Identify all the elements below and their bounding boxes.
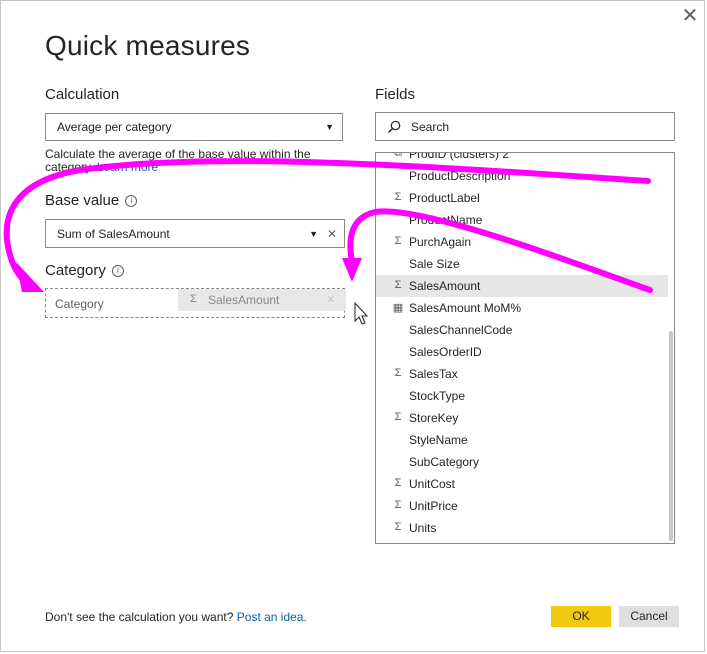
info-icon[interactable]: i: [111, 265, 124, 278]
calculation-selected-value: Average per category: [57, 120, 172, 134]
field-item[interactable]: Σ SalesAmount: [376, 275, 668, 297]
field-item-label: ProductDescription: [409, 169, 511, 183]
field-item[interactable]: ▦ SalesAmount MoM%: [376, 297, 666, 319]
learn-more-link[interactable]: Learn more: [97, 160, 158, 174]
field-item[interactable]: Σ Units: [376, 517, 666, 539]
field-item-label: Units: [409, 521, 437, 535]
fields-search-input[interactable]: Search: [375, 112, 675, 141]
chevron-down-icon[interactable]: ▼: [309, 229, 318, 239]
sigma-icon: Σ: [394, 367, 402, 379]
field-item[interactable]: Σ ProductLabel: [376, 187, 666, 209]
field-item[interactable]: StockType: [376, 385, 666, 407]
calculator-icon: ▦: [392, 302, 404, 314]
drag-ghost-field: Σ SalesAmount ✕: [178, 289, 346, 311]
search-placeholder: Search: [411, 120, 450, 134]
cancel-button[interactable]: Cancel: [619, 606, 679, 627]
field-item[interactable]: Σ PurchAgain: [376, 231, 666, 253]
remove-icon[interactable]: ✕: [327, 227, 337, 241]
post-an-idea-link[interactable]: Post an idea.: [237, 610, 307, 624]
field-item-label: PurchAgain: [409, 235, 472, 249]
calculation-description: Calculate the average of the base value …: [45, 148, 345, 174]
field-item[interactable]: SubCategory: [376, 451, 666, 473]
field-item-label: SalesChannelCode: [409, 323, 513, 337]
close-icon[interactable]: ✕: [680, 6, 700, 26]
field-item-label: StoreKey: [409, 411, 459, 425]
cluster-icon: ⧉: [394, 152, 402, 159]
sigma-icon: Σ: [394, 411, 402, 423]
chevron-down-icon: ▼: [325, 122, 334, 132]
field-item-label: SalesAmount: [409, 279, 481, 293]
base-value-label: Base value i: [45, 192, 138, 209]
sigma-icon: Σ: [394, 191, 402, 203]
field-item[interactable]: SalesOrderID: [376, 341, 666, 363]
field-item-label: ProdID (clusters) 2: [409, 152, 510, 161]
base-value-field: Sum of SalesAmount: [57, 226, 170, 241]
field-item-label: StockType: [409, 389, 466, 403]
fields-label: Fields: [375, 86, 416, 103]
sigma-icon: Σ: [394, 477, 402, 489]
field-item[interactable]: Σ SalesTax: [376, 363, 666, 385]
calculation-label: Calculation: [45, 86, 120, 103]
base-value-label-text: Base value: [45, 192, 120, 209]
field-item[interactable]: Σ UnitPrice: [376, 495, 666, 517]
field-item-label: UnitCost: [409, 477, 456, 491]
sigma-icon: Σ: [394, 279, 402, 291]
field-item-label: StyleName: [409, 433, 468, 447]
base-value-well[interactable]: Sum of SalesAmount ▼ ✕: [45, 219, 345, 248]
field-item[interactable]: Σ StoreKey: [376, 407, 666, 429]
fields-scrollbar[interactable]: [669, 331, 673, 541]
search-icon: [388, 120, 401, 133]
field-item[interactable]: StyleName: [376, 429, 666, 451]
sigma-icon: Σ: [190, 293, 197, 305]
field-item-label: UnitPrice: [409, 499, 458, 513]
field-item-label: ProductLabel: [409, 191, 480, 205]
field-item[interactable]: ProductName: [376, 209, 666, 231]
calculation-dropdown[interactable]: Average per category ▼: [45, 113, 343, 141]
sigma-icon: Σ: [394, 235, 402, 247]
sigma-icon: Σ: [394, 499, 402, 511]
field-item-label: SubCategory: [409, 455, 480, 469]
footer-prompt-text: Don't see the calculation you want?: [45, 610, 234, 624]
field-item[interactable]: Σ UnitCost: [376, 473, 666, 495]
field-item-label: ProductName: [409, 213, 483, 227]
field-item[interactable]: SalesChannelCode: [376, 319, 666, 341]
category-placeholder: Category: [55, 297, 104, 311]
field-item-label: Sale Size: [409, 257, 460, 271]
info-icon[interactable]: i: [125, 195, 138, 208]
dialog-title: Quick measures: [45, 30, 251, 61]
ok-button[interactable]: OK: [551, 606, 611, 627]
fields-list[interactable]: ⧉ ProdID (clusters) 2 ProductDescription Σ P…: [375, 152, 675, 544]
description-text: Calculate the average of the base value …: [45, 147, 311, 174]
close-icon: ✕: [326, 294, 336, 306]
category-label-text: Category: [45, 262, 106, 279]
sigma-icon: Σ: [394, 521, 402, 533]
field-item[interactable]: ProductDescription: [376, 165, 666, 187]
field-item[interactable]: Sale Size: [376, 253, 666, 275]
field-item-label: SalesAmount MoM%: [409, 301, 522, 315]
field-item-label: SalesTax: [409, 367, 458, 381]
field-item-label: SalesOrderID: [409, 345, 482, 359]
field-item[interactable]: ⧉ ProdID (clusters) 2: [376, 152, 666, 165]
footer-prompt: Don't see the calculation you want? Post…: [45, 610, 307, 624]
category-label: Category i: [45, 262, 124, 279]
drag-ghost-label: SalesAmount: [208, 293, 280, 307]
